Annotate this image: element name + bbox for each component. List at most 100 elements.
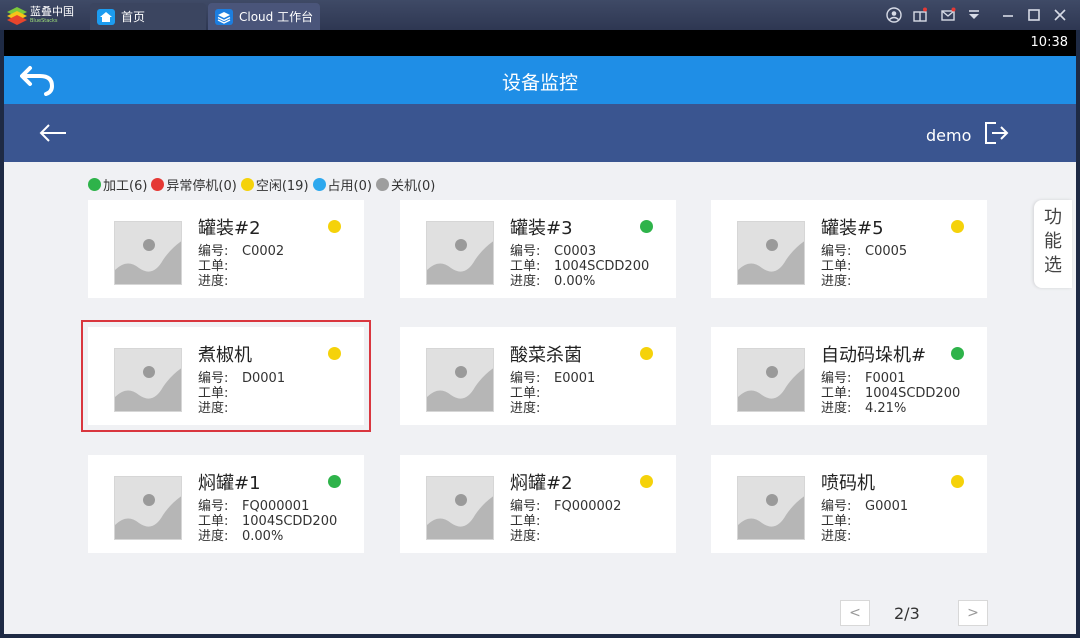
side-tab-char: 能 [1044, 231, 1062, 252]
emulator-brand: 蓝叠中国 [30, 5, 74, 18]
device-order: 工单: 1004SCDD200 [821, 386, 961, 401]
device-card[interactable]: 罐装#3 编号: C0003 工单: 1004SCDD200 进度: 0.00% [400, 200, 676, 298]
dropdown-icon[interactable] [966, 7, 982, 23]
device-progress: 进度: [510, 401, 541, 416]
prev-page-button[interactable]: < [840, 600, 870, 626]
legend-dot [240, 177, 254, 191]
bluestacks-logo-icon [7, 7, 27, 25]
legend-dot [88, 177, 101, 191]
app-window: 蓝叠中国 BlueStacks 首页 Cloud 工作台 10:38 设备监控 … [0, 0, 1080, 638]
device-card[interactable]: 自动码垛机# 编号: F0001 工单: 1004SCDD200 进度: 4.21% [711, 327, 987, 425]
legend-dot [375, 177, 389, 191]
mail-icon[interactable] [940, 7, 956, 23]
status-dot [328, 220, 341, 233]
logout-icon[interactable] [982, 120, 1010, 146]
device-order: 工单: [821, 514, 852, 529]
status-dot [951, 347, 964, 360]
emulator-brand-sub: BlueStacks [30, 18, 58, 24]
status-dot [640, 220, 653, 233]
device-progress: 进度: 0.00% [510, 274, 596, 289]
device-order: 工单: 1004SCDD200 [198, 514, 338, 529]
device-code: 编号: C0003 [510, 244, 597, 259]
minimize-icon[interactable] [1000, 7, 1016, 23]
device-order: 工单: [821, 259, 852, 274]
device-progress: 进度: [198, 401, 229, 416]
close-icon[interactable] [1052, 7, 1068, 23]
status-dot [951, 220, 964, 233]
device-card[interactable]: 煮椒机 编号: D0001 工单: 进度: [81, 320, 371, 432]
placeholder-image-icon [737, 348, 805, 412]
device-progress: 进度: [198, 274, 229, 289]
device-code: 编号: E0001 [510, 371, 596, 386]
device-progress: 进度: [510, 529, 541, 544]
device-name: 焖罐#1 [198, 473, 261, 494]
device-monitor-content: 加工(6) 异常停机(0) 空闲(19) 占用(0) 关机(0) 罐装#2 编号… [4, 162, 1076, 634]
account-icon[interactable] [886, 7, 902, 23]
device-code: 编号: G0001 [821, 499, 909, 514]
function-select-tab[interactable]: 功 能 选 [1034, 200, 1072, 288]
status-dot [951, 475, 964, 488]
device-progress: 进度: 0.00% [198, 529, 284, 544]
device-card[interactable]: 罐装#5 编号: C0005 工单: 进度: [711, 200, 987, 298]
status-dot [328, 347, 341, 360]
device-name: 煮椒机 [198, 345, 252, 366]
device-order: 工单: [510, 514, 541, 529]
device-progress: 进度: [821, 274, 852, 289]
status-dot [640, 347, 653, 360]
page-indicator: 2/3 [894, 604, 920, 623]
device-name: 自动码垛机# [821, 345, 927, 366]
placeholder-image-icon [737, 476, 805, 540]
placeholder-image-icon [114, 476, 182, 540]
side-tab-char: 功 [1044, 207, 1062, 228]
maximize-icon[interactable] [1026, 7, 1042, 23]
legend-item-fault: 异常停机(0) [151, 175, 237, 194]
device-card[interactable]: 喷码机 编号: G0001 工单: 进度: [711, 455, 987, 553]
app-title-bar: 设备监控 [4, 56, 1076, 104]
device-order: 工单: [510, 386, 541, 401]
device-card[interactable]: 酸菜杀菌 编号: E0001 工单: 进度: [400, 327, 676, 425]
gift-icon[interactable] [912, 7, 928, 23]
device-progress: 进度: 4.21% [821, 401, 907, 416]
device-name: 罐装#5 [821, 218, 884, 239]
status-dot [328, 475, 341, 488]
status-clock: 10:38 [1030, 35, 1068, 50]
home-icon [97, 8, 115, 25]
device-code: 编号: C0005 [821, 244, 908, 259]
device-code: 编号: FQ000002 [510, 499, 622, 514]
tab-home-label: 首页 [121, 10, 146, 24]
device-name: 罐装#3 [510, 218, 573, 239]
device-code: 编号: FQ000001 [198, 499, 310, 514]
legend-item-off: 关机(0) [375, 175, 435, 194]
legend-dot [151, 177, 165, 191]
device-name: 焖罐#2 [510, 473, 573, 494]
device-order: 工单: [198, 386, 229, 401]
device-name: 酸菜杀菌 [510, 345, 582, 366]
placeholder-image-icon [737, 221, 805, 285]
device-order: 工单: [198, 259, 229, 274]
status-legend: 加工(6) 异常停机(0) 空闲(19) 占用(0) 关机(0) [88, 174, 439, 194]
device-card[interactable]: 罐装#2 编号: C0002 工单: 进度: [88, 200, 364, 298]
device-name: 喷码机 [821, 473, 875, 494]
next-page-button[interactable]: > [958, 600, 988, 626]
sub-toolbar: demo [4, 104, 1076, 162]
arrow-left-icon[interactable] [38, 122, 68, 144]
tab-cloud-label: Cloud 工作台 [239, 10, 314, 24]
device-code: 编号: F0001 [821, 371, 906, 386]
page-title: 设备监控 [501, 72, 578, 94]
device-name: 罐装#2 [198, 218, 261, 239]
side-tab-char: 选 [1044, 255, 1062, 276]
status-bar: 10:38 [4, 30, 1076, 56]
device-code: 编号: D0001 [198, 371, 286, 386]
emulator-title-bar: 蓝叠中国 BlueStacks 首页 Cloud 工作台 [0, 0, 1080, 30]
device-card[interactable]: 焖罐#2 编号: FQ000002 工单: 进度: [400, 455, 676, 553]
placeholder-image-icon [114, 221, 182, 285]
tab-home[interactable]: 首页 [90, 3, 206, 30]
legend-item-processing: 加工(6) [88, 175, 147, 194]
tab-cloud-workbench[interactable]: Cloud 工作台 [208, 3, 320, 30]
placeholder-image-icon [426, 221, 494, 285]
legend-item-idle: 空闲(19) [240, 175, 309, 194]
device-code: 编号: C0002 [198, 244, 285, 259]
status-dot [640, 475, 653, 488]
device-card[interactable]: 焖罐#1 编号: FQ000001 工单: 1004SCDD200 进度: 0.00% [88, 455, 364, 553]
placeholder-image-icon [426, 348, 494, 412]
